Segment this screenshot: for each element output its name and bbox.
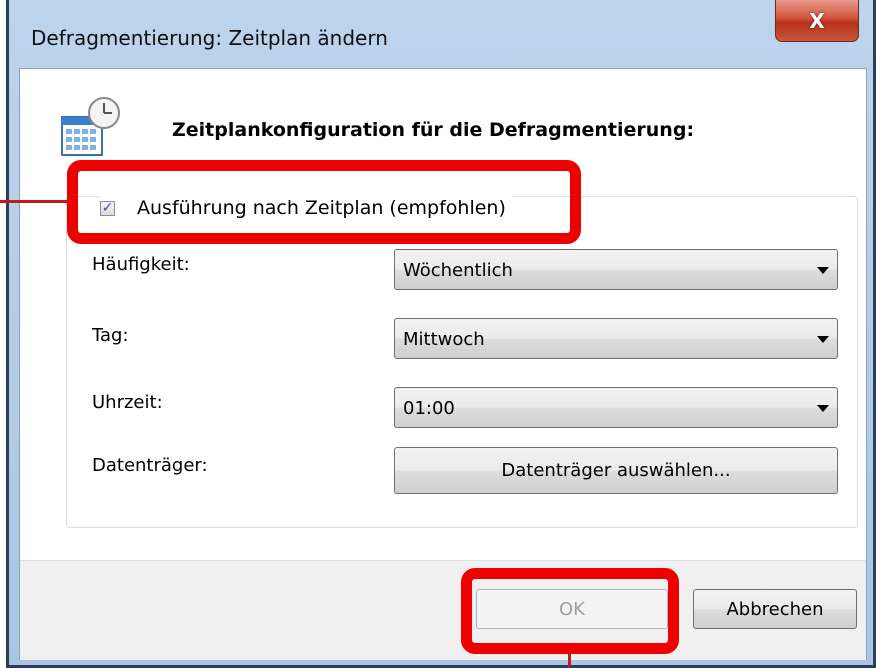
frequency-value: Wöchentlich [403, 260, 513, 281]
day-value: Mittwoch [403, 329, 485, 350]
cancel-button[interactable]: Abbrechen [693, 589, 857, 629]
ok-callout-line [568, 654, 571, 668]
frequency-select[interactable]: Wöchentlich [394, 249, 838, 290]
ok-highlight-frame [461, 568, 679, 654]
disks-label: Datenträger: [92, 455, 208, 476]
time-value: 01:00 [403, 398, 455, 419]
select-disks-button[interactable]: Datenträger auswählen... [394, 447, 838, 494]
dialog-window: Defragmentierung: Zeitplan ändern X Zeit… [6, 0, 876, 668]
chevron-down-icon [817, 267, 829, 274]
chevron-down-icon [817, 336, 829, 343]
close-button[interactable]: X [775, 0, 859, 42]
frequency-label: Häufigkeit: [92, 254, 190, 275]
day-select[interactable]: Mittwoch [394, 318, 838, 359]
chevron-down-icon [817, 405, 829, 412]
checkbox-highlight-frame [67, 160, 581, 244]
title-bar[interactable]: Defragmentierung: Zeitplan ändern X [9, 0, 873, 70]
window-title: Defragmentierung: Zeitplan ändern [31, 26, 388, 50]
time-select[interactable]: 01:00 [394, 387, 838, 428]
checkbox-callout-line [0, 200, 67, 203]
close-icon: X [809, 8, 825, 33]
dialog-content: Zeitplankonfiguration für die Defragment… [19, 68, 867, 660]
time-label: Uhrzeit: [92, 392, 163, 413]
dialog-footer: OK Abbrechen [20, 560, 866, 660]
dialog-heading: Zeitplankonfiguration für die Defragment… [172, 119, 695, 141]
calendar-clock-icon [60, 95, 124, 167]
day-label: Tag: [92, 325, 129, 346]
